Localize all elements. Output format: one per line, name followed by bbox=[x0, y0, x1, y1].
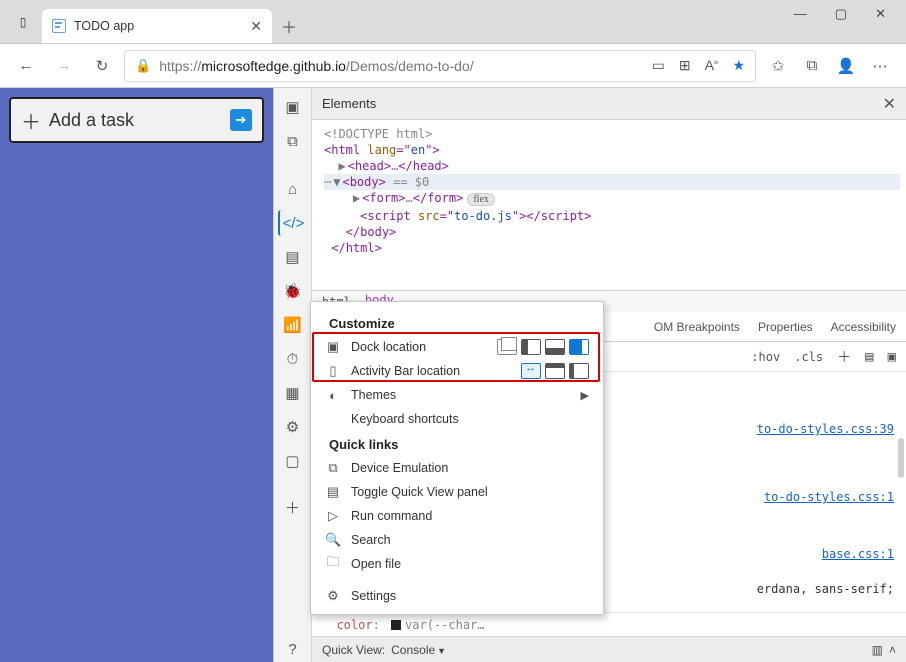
window-minimize-button[interactable]: — bbox=[794, 6, 807, 22]
menu-keyboard-shortcuts[interactable]: Keyboard shortcuts bbox=[311, 407, 603, 431]
cls-toggle[interactable]: .cls bbox=[794, 350, 823, 364]
menu-device-emulation[interactable]: ⧉ Device Emulation bbox=[311, 456, 603, 480]
nav-refresh-button[interactable]: ↻ bbox=[86, 50, 118, 82]
site-info-lock-icon[interactable]: 🔒 bbox=[135, 58, 151, 74]
inspect-element-icon[interactable]: ▣ bbox=[278, 94, 308, 120]
tab-accessibility[interactable]: Accessibility bbox=[831, 320, 896, 334]
webpage-content: ＋ Add a task ➔ bbox=[0, 88, 273, 662]
qr-code-icon[interactable]: ⊞ bbox=[679, 57, 691, 74]
tab-actions-button[interactable]: ▯ bbox=[6, 5, 40, 39]
menu-dock-location: ▣ Dock location bbox=[311, 335, 603, 359]
security-tab-icon[interactable]: ▢ bbox=[278, 448, 308, 474]
nav-forward-button[interactable]: → bbox=[48, 50, 80, 82]
panel-title: Elements bbox=[322, 96, 376, 111]
css-source-link[interactable]: to-do-styles.css:1 bbox=[764, 490, 894, 504]
open-file-icon: 🗀 bbox=[325, 553, 341, 575]
tab-dom-breakpoints[interactable]: OM Breakpoints bbox=[654, 320, 740, 334]
activity-bar-icon: ▯ bbox=[325, 363, 341, 379]
css-source-link[interactable]: to-do-styles.css:39 bbox=[757, 422, 894, 436]
device-toolbar-icon[interactable]: ⧉ bbox=[278, 128, 308, 154]
new-style-rule-button[interactable]: ＋ bbox=[837, 347, 851, 367]
plus-icon: ＋ bbox=[21, 106, 41, 135]
computed-styles-icon[interactable]: ▤ bbox=[865, 349, 873, 365]
quick-view-collapse-icon[interactable]: ˄ bbox=[889, 643, 896, 657]
add-task-label: Add a task bbox=[49, 110, 134, 131]
menu-run-command[interactable]: ▷ Run command bbox=[311, 504, 603, 528]
activitybar-left-button[interactable] bbox=[569, 363, 589, 379]
submit-arrow-button[interactable]: ➔ bbox=[230, 109, 252, 131]
new-tab-button[interactable]: ＋ bbox=[272, 9, 306, 43]
quick-view-bar: Quick View: Console▼ ▥ ˄ bbox=[312, 636, 906, 662]
css-rule-fragment: erdana, sans-serif; bbox=[757, 582, 894, 596]
network-tab-icon[interactable]: 📶 bbox=[278, 312, 308, 338]
themes-icon: ◐ bbox=[325, 388, 341, 403]
quick-view-label: Quick View: bbox=[322, 643, 385, 657]
console-tab-icon[interactable]: ▤ bbox=[278, 244, 308, 270]
collections-button[interactable]: ⧉ bbox=[796, 50, 828, 82]
nav-back-button[interactable]: ← bbox=[10, 50, 42, 82]
popup-heading-customize: Customize bbox=[311, 310, 603, 335]
menu-settings[interactable]: ⚙ Settings bbox=[311, 584, 603, 608]
menu-themes[interactable]: ◐ Themes ▶ bbox=[311, 383, 603, 407]
dock-undock-button[interactable] bbox=[497, 339, 517, 355]
device-emulation-icon: ⧉ bbox=[325, 460, 341, 476]
window-titlebar: ▯ TODO app ✕ ＋ — ▢ ✕ bbox=[0, 0, 906, 44]
dock-icon: ▣ bbox=[325, 339, 341, 355]
welcome-tab-icon[interactable]: ⌂ bbox=[278, 176, 308, 202]
customize-devtools-popup: Customize ▣ Dock location ▯ Activity Bar… bbox=[310, 301, 604, 615]
url-text: https://microsoftedge.github.io/Demos/de… bbox=[159, 58, 473, 74]
devtools-header: Elements ✕ bbox=[312, 88, 906, 120]
browser-tab[interactable]: TODO app ✕ bbox=[42, 9, 272, 43]
profile-avatar-icon[interactable]: 👤 bbox=[830, 50, 862, 82]
activity-bar: ▣ ⧉ ⌂ </> ▤ 🐞 📶 ⏱ ▦ ⚙ ▢ ＋ ? bbox=[274, 88, 312, 662]
screen-cast-icon[interactable]: ▭ bbox=[652, 57, 665, 74]
app-menu-button[interactable]: ⋯ bbox=[864, 50, 896, 82]
panel-icon: ▤ bbox=[325, 484, 341, 500]
quick-view-dock-icon[interactable]: ▥ bbox=[872, 643, 883, 657]
help-button[interactable]: ? bbox=[278, 636, 308, 662]
dock-left-button[interactable] bbox=[521, 339, 541, 355]
page-favicon-icon bbox=[52, 19, 66, 33]
sources-tab-icon[interactable]: 🐞 bbox=[278, 278, 308, 304]
elements-tab-icon[interactable]: </> bbox=[278, 210, 308, 236]
search-icon: 🔍 bbox=[325, 532, 341, 548]
activitybar-adaptive-button[interactable] bbox=[521, 363, 541, 379]
application-tab-icon[interactable]: ⚙ bbox=[278, 414, 308, 440]
dock-right-button[interactable] bbox=[569, 339, 589, 355]
read-aloud-icon[interactable]: A» bbox=[705, 57, 719, 74]
quick-view-selector[interactable]: Console▼ bbox=[391, 643, 446, 657]
css-source-link[interactable]: base.css:1 bbox=[822, 547, 894, 561]
tab-title: TODO app bbox=[74, 19, 134, 33]
chevron-right-icon: ▶ bbox=[581, 389, 589, 402]
memory-tab-icon[interactable]: ▦ bbox=[278, 380, 308, 406]
menu-activity-bar-location: ▯ Activity Bar location bbox=[311, 359, 603, 383]
activitybar-top-button[interactable] bbox=[545, 363, 565, 379]
popup-heading-quicklinks: Quick links bbox=[311, 431, 603, 456]
tab-properties[interactable]: Properties bbox=[758, 320, 813, 334]
toggle-common-rendering-icon[interactable]: ▣ bbox=[888, 349, 896, 365]
address-bar[interactable]: 🔒 https://microsoftedge.github.io/Demos/… bbox=[124, 50, 756, 82]
performance-tab-icon[interactable]: ⏱ bbox=[278, 346, 308, 372]
tab-close-button[interactable]: ✕ bbox=[250, 18, 262, 35]
favorites-button[interactable]: ✩ bbox=[762, 50, 794, 82]
window-controls: — ▢ ✕ bbox=[794, 0, 898, 22]
more-tools-button[interactable]: ＋ bbox=[278, 494, 308, 520]
menu-open-file[interactable]: 🗀 Open file bbox=[311, 552, 603, 576]
run-command-icon: ▷ bbox=[325, 508, 341, 524]
hov-toggle[interactable]: :hov bbox=[751, 350, 780, 364]
favorite-star-icon[interactable]: ★ bbox=[732, 57, 745, 74]
dom-tree[interactable]: <!DOCTYPE html> <html lang="en"> ▶<head>… bbox=[312, 120, 906, 290]
color-swatch-icon bbox=[391, 620, 401, 630]
scrollbar-thumb[interactable] bbox=[898, 438, 904, 478]
window-maximize-button[interactable]: ▢ bbox=[835, 6, 847, 22]
add-task-card[interactable]: ＋ Add a task ➔ bbox=[9, 97, 264, 143]
menu-toggle-quick-view[interactable]: ▤ Toggle Quick View panel bbox=[311, 480, 603, 504]
browser-toolbar: ← → ↻ 🔒 https://microsoftedge.github.io/… bbox=[0, 44, 906, 88]
window-close-button[interactable]: ✕ bbox=[875, 6, 886, 22]
css-rule-fragment-row: color: var(--char… bbox=[312, 612, 906, 636]
gear-icon: ⚙ bbox=[325, 588, 341, 604]
dock-bottom-button[interactable] bbox=[545, 339, 565, 355]
devtools-close-button[interactable]: ✕ bbox=[883, 94, 896, 114]
menu-search[interactable]: 🔍 Search bbox=[311, 528, 603, 552]
